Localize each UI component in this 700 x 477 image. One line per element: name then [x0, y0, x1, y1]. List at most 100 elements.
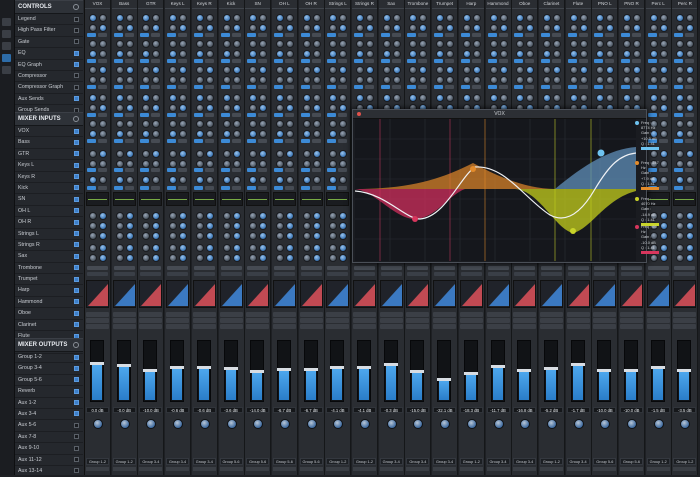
input-item[interactable]: Keys L	[15, 160, 83, 172]
eq-knob[interactable]	[285, 14, 294, 22]
eq-knob[interactable]	[179, 94, 188, 102]
eq-knob[interactable]	[275, 50, 284, 58]
eq-knob[interactable]	[329, 66, 338, 74]
eq-knob[interactable]	[579, 24, 588, 32]
eq-knob[interactable]	[659, 14, 668, 22]
eq-knob[interactable]	[125, 14, 134, 22]
aux-send[interactable]	[166, 312, 190, 317]
eq-knob[interactable]	[686, 24, 695, 32]
eq-knob[interactable]	[649, 104, 658, 112]
comp-knob[interactable]	[195, 222, 204, 230]
comp-knob[interactable]	[339, 222, 348, 230]
eq-knob[interactable]	[382, 50, 391, 58]
eq-knob[interactable]	[232, 50, 241, 58]
output-route[interactable]: Group 1-2	[646, 458, 670, 465]
comp-mini-graph[interactable]	[166, 280, 190, 308]
comp-knob[interactable]	[169, 232, 178, 240]
enable-button[interactable]	[247, 59, 257, 63]
eq-knob[interactable]	[419, 76, 428, 84]
eq-knob[interactable]	[259, 176, 268, 184]
eq-knob[interactable]	[205, 160, 214, 168]
comp-mini-graph[interactable]	[86, 280, 109, 308]
eq-knob[interactable]	[676, 24, 685, 32]
eq-knob[interactable]	[436, 76, 445, 84]
eq-knob[interactable]	[125, 130, 134, 138]
enable-button[interactable]	[647, 113, 657, 117]
bypass-button[interactable]	[124, 113, 134, 117]
comp-knob[interactable]	[312, 232, 321, 240]
eq-knob[interactable]	[99, 66, 107, 74]
enable-button[interactable]	[380, 33, 390, 37]
select-button[interactable]	[86, 467, 109, 471]
eq-knob[interactable]	[89, 160, 97, 168]
comp-knob[interactable]	[222, 222, 231, 230]
output-item[interactable]: Reverb	[15, 386, 83, 398]
eq-knob[interactable]	[259, 24, 268, 32]
eq-knob[interactable]	[99, 24, 107, 32]
bypass-button[interactable]	[151, 113, 161, 117]
eq-knob[interactable]	[195, 120, 204, 128]
aux-send[interactable]	[326, 324, 350, 329]
eq-knob[interactable]	[195, 176, 204, 184]
aux-send[interactable]	[486, 312, 510, 317]
bypass-button[interactable]	[551, 85, 561, 89]
eq-knob[interactable]	[686, 14, 695, 22]
eq-knob[interactable]	[249, 76, 258, 84]
eq-knob[interactable]	[285, 24, 294, 32]
input-item[interactable]: VOX	[15, 126, 83, 138]
comp-knob[interactable]	[232, 254, 241, 262]
eq-knob[interactable]	[259, 160, 268, 168]
comp-knob[interactable]	[125, 244, 134, 252]
enable-button[interactable]	[140, 59, 150, 63]
eq-knob[interactable]	[686, 130, 695, 138]
comp-knob[interactable]	[89, 222, 97, 230]
eq-mini-graph[interactable]	[86, 192, 109, 206]
bypass-button[interactable]	[231, 139, 241, 143]
eq-knob[interactable]	[606, 94, 615, 102]
eq-knob[interactable]	[676, 176, 685, 184]
pan-knob[interactable]	[466, 419, 477, 429]
comp-knob[interactable]	[125, 222, 134, 230]
comp-knob[interactable]	[659, 232, 668, 240]
eq-knob[interactable]	[649, 94, 658, 102]
eq-knob[interactable]	[526, 94, 535, 102]
eq-knob[interactable]	[232, 94, 241, 102]
comp-knob[interactable]	[249, 254, 258, 262]
checkbox[interactable]	[74, 219, 79, 225]
level-label-button[interactable]	[327, 266, 349, 270]
channel-fader[interactable]	[357, 340, 371, 402]
comp-mini-graph[interactable]	[406, 280, 430, 308]
aux-send[interactable]	[112, 324, 136, 329]
eq-knob[interactable]	[232, 24, 241, 32]
comp-knob[interactable]	[232, 212, 241, 220]
eq-knob[interactable]	[569, 24, 578, 32]
comp-knob[interactable]	[676, 222, 685, 230]
pan-knob[interactable]	[680, 419, 691, 429]
pan-knob[interactable]	[413, 419, 424, 429]
eq-knob[interactable]	[499, 50, 508, 58]
enable-button[interactable]	[87, 113, 96, 117]
eq-knob[interactable]	[125, 120, 134, 128]
bypass-button[interactable]	[178, 186, 188, 190]
bypass-button[interactable]	[632, 59, 641, 63]
comp-knob[interactable]	[339, 232, 348, 240]
bypass-button[interactable]	[685, 85, 695, 89]
comp-knob[interactable]	[312, 222, 321, 230]
eq-knob[interactable]	[205, 120, 214, 128]
comp-knob[interactable]	[125, 254, 134, 262]
aux-send[interactable]	[539, 318, 563, 323]
band-enable-button[interactable]	[641, 147, 659, 151]
eq-knob[interactable]	[686, 40, 695, 48]
comp-knob[interactable]	[169, 254, 178, 262]
bypass-button[interactable]	[338, 59, 348, 63]
eq-knob[interactable]	[302, 50, 311, 58]
band-enable-button[interactable]	[641, 187, 659, 191]
eq-knob[interactable]	[659, 40, 668, 48]
aux-send[interactable]	[353, 324, 376, 329]
comp-knob[interactable]	[115, 244, 124, 252]
aux-send[interactable]	[620, 318, 643, 323]
eq-knob[interactable]	[195, 24, 204, 32]
enable-button[interactable]	[300, 139, 310, 143]
enable-button[interactable]	[621, 85, 630, 89]
aux-send[interactable]	[486, 318, 510, 323]
